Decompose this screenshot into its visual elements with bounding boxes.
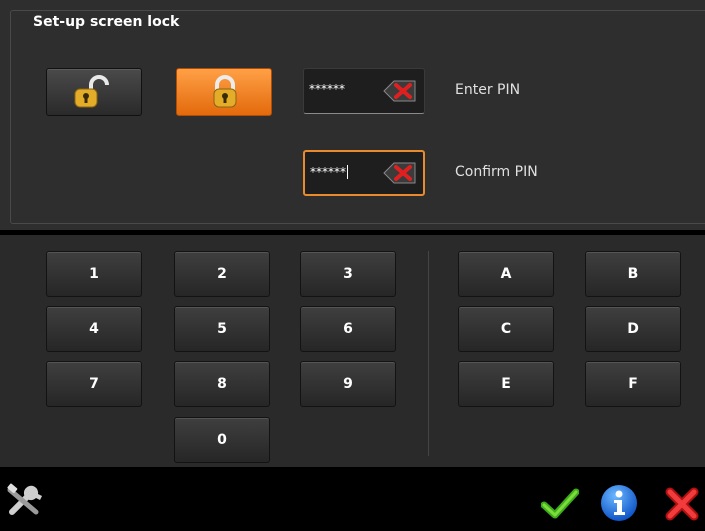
close-icon[interactable] [664, 486, 700, 522]
key-5[interactable]: 5 [174, 306, 270, 352]
enter-pin-field[interactable]: ****** [303, 68, 425, 114]
locked-padlock-icon [213, 75, 237, 108]
group-title: Set-up screen lock [30, 14, 183, 30]
checkmark-icon[interactable] [541, 488, 579, 520]
key-f[interactable]: F [585, 361, 681, 407]
locked-mode-button[interactable] [176, 68, 272, 116]
keypad-divider [428, 251, 429, 456]
enter-pin-label: Enter PIN [455, 82, 521, 98]
confirm-pin-value: ****** [310, 165, 348, 179]
key-a[interactable]: A [458, 251, 554, 297]
key-9[interactable]: 9 [300, 361, 396, 407]
clear-confirm-pin-icon[interactable] [382, 160, 418, 186]
key-7[interactable]: 7 [46, 361, 142, 407]
key-d[interactable]: D [585, 306, 681, 352]
unlocked-mode-button[interactable] [46, 68, 142, 116]
key-c[interactable]: C [458, 306, 554, 352]
enter-pin-value: ****** [309, 82, 345, 96]
clear-enter-pin-icon[interactable] [382, 78, 418, 104]
confirm-pin-label: Confirm PIN [455, 164, 538, 180]
info-icon[interactable] [599, 483, 639, 523]
tools-icon[interactable] [6, 482, 44, 516]
key-3[interactable]: 3 [300, 251, 396, 297]
confirm-pin-field[interactable]: ****** [303, 150, 425, 196]
key-4[interactable]: 4 [46, 306, 142, 352]
key-1[interactable]: 1 [46, 251, 142, 297]
unlocked-padlock-icon [74, 75, 109, 108]
key-0[interactable]: 0 [174, 417, 270, 463]
key-e[interactable]: E [458, 361, 554, 407]
key-b[interactable]: B [585, 251, 681, 297]
key-2[interactable]: 2 [174, 251, 270, 297]
key-8[interactable]: 8 [174, 361, 270, 407]
key-6[interactable]: 6 [300, 306, 396, 352]
text-caret [347, 165, 348, 179]
